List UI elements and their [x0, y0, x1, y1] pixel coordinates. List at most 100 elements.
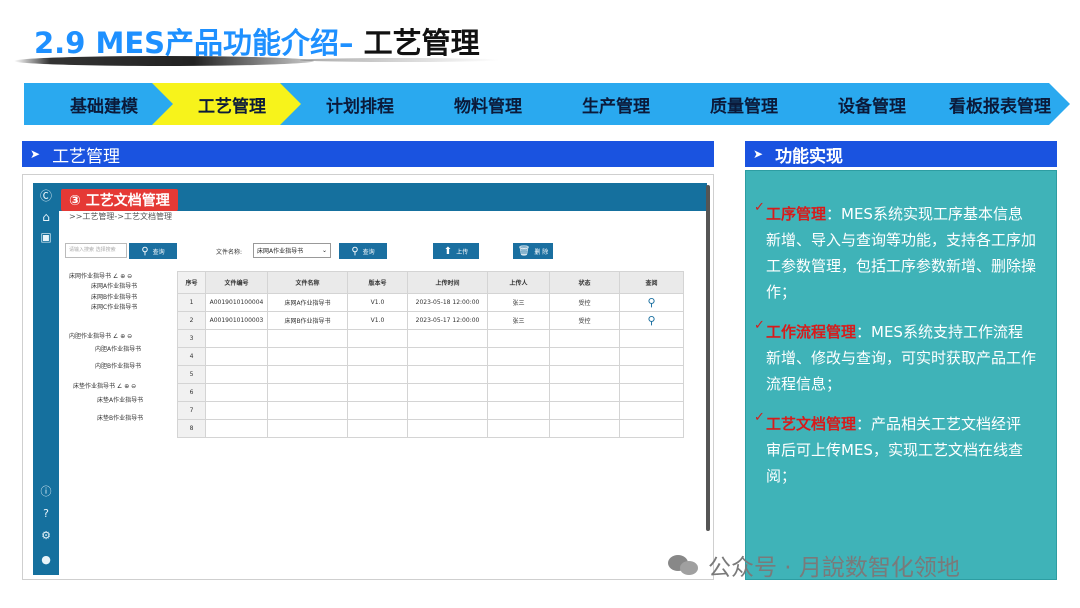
- step-2[interactable]: 工艺管理: [152, 83, 302, 125]
- table-cell: 受控: [549, 311, 620, 330]
- table-cell: [347, 329, 408, 348]
- table-cell: [205, 365, 268, 384]
- left-panel-header: ➤ 工艺管理: [22, 141, 714, 167]
- table-cell: [619, 347, 684, 366]
- search-button[interactable]: ⚲ 查询: [129, 243, 177, 259]
- doc-icon[interactable]: ▣: [38, 229, 54, 245]
- tree-item[interactable]: 床网B作业指导书: [91, 292, 137, 301]
- table-cell: [487, 329, 550, 348]
- table-cell: 8: [177, 419, 206, 438]
- user-avatar-icon[interactable]: ●: [38, 551, 54, 567]
- table-cell: 6: [177, 383, 206, 402]
- slide-title: 2.9 MES产品功能介绍– 工艺管理: [34, 20, 480, 60]
- step-label: 设备管理: [838, 96, 906, 117]
- upload-button-label: 上传: [456, 248, 469, 256]
- feature-item: ✓ 工序管理：MES系统实现工序基本信息新增、导入与查询等功能，支持各工序加工参数…: [754, 200, 1036, 305]
- table-cell: [549, 347, 620, 366]
- tree-item[interactable]: 内胆A作业指导书: [95, 344, 141, 353]
- step-1[interactable]: 基础建模: [24, 83, 174, 125]
- table-cell: 2023-05-18 12:00:00: [407, 293, 488, 312]
- view-cell[interactable]: ⚲: [619, 293, 684, 312]
- tree-item[interactable]: 床网作业指导书 ∠ ⊕ ⊖: [69, 271, 132, 280]
- step-3[interactable]: 计划排程: [280, 83, 430, 125]
- right-panel-title: 功能实现: [775, 146, 844, 167]
- watermark-text: 公众号 · 月說数智化领地: [708, 555, 960, 581]
- step-4[interactable]: 物料管理: [408, 83, 558, 125]
- check-icon: ✓: [754, 410, 765, 425]
- query-button[interactable]: ⚲ 查询: [339, 243, 387, 259]
- wechat-icon: [668, 551, 702, 579]
- step-6[interactable]: 质量管理: [664, 83, 814, 125]
- scrollbar[interactable]: [706, 185, 710, 531]
- column-header: 上传人: [487, 271, 550, 294]
- tree-item[interactable]: 床垫B作业指导书: [97, 413, 143, 422]
- tree-item[interactable]: 床网C作业指导书: [91, 302, 137, 311]
- step-label: 基础建模: [70, 96, 138, 117]
- table-cell: [347, 365, 408, 384]
- table-cell: [347, 383, 408, 402]
- feature-item: ✓ 工作流程管理：MES系统支持工作流程新增、修改与查询，可实时获取产品工作流程信…: [754, 318, 1036, 397]
- step-label: 工艺管理: [198, 96, 266, 117]
- table-cell: A0019010100004: [205, 293, 268, 312]
- table-cell: [407, 329, 488, 348]
- step-8[interactable]: 看板报表管理: [920, 83, 1070, 125]
- chevron-down-icon: ⌄: [321, 247, 327, 254]
- title-number: 2.9 MES产品功能介绍–: [34, 26, 354, 60]
- step-label: 质量管理: [710, 96, 778, 117]
- home-icon[interactable]: ⌂: [38, 209, 54, 225]
- table-row: 1 A0019010100004 床网A作业指导书 V1.0 2023-05-18 12…: [177, 293, 684, 312]
- table-cell: [267, 329, 348, 348]
- table-row: 5: [177, 365, 684, 384]
- trash-icon: 🗑: [517, 245, 531, 257]
- table-cell: [487, 383, 550, 402]
- tree-item[interactable]: 内胆B作业指导书: [95, 361, 141, 370]
- column-header: 文件编号: [205, 271, 268, 294]
- settings-icon[interactable]: ⚙: [38, 527, 54, 543]
- search-button-label: 查询: [152, 248, 165, 256]
- info-icon[interactable]: ⓘ: [38, 483, 54, 499]
- help-icon[interactable]: ?: [38, 505, 54, 521]
- table-cell: [407, 365, 488, 384]
- table-cell: 4: [177, 347, 206, 366]
- table-cell: [267, 419, 348, 438]
- view-cell[interactable]: ⚲: [619, 311, 684, 330]
- tree-item[interactable]: 床垫A作业指导书: [97, 395, 143, 404]
- table-cell: 床网A作业指导书: [267, 293, 348, 312]
- tree-item[interactable]: 床垫作业指导书 ∠ ⊕ ⊖: [73, 381, 136, 390]
- search-icon[interactable]: ⚲: [647, 314, 655, 327]
- step-5[interactable]: 生产管理: [536, 83, 686, 125]
- file-name-select[interactable]: 床网A作业指导书 ⌄: [253, 243, 331, 258]
- table-cell: [487, 365, 550, 384]
- table-row: 2 A0019010100003 床网B作业指导书 V1.0 2023-05-17 12…: [177, 311, 684, 330]
- table-cell: V1.0: [347, 293, 408, 312]
- title-subject: 工艺管理: [363, 26, 480, 60]
- table-cell: [549, 365, 620, 384]
- upload-button[interactable]: ⬆ 上传: [433, 243, 479, 259]
- search-icon[interactable]: ⚲: [647, 296, 655, 309]
- table-cell: [619, 419, 684, 438]
- column-header: 序号: [177, 271, 206, 294]
- search-input[interactable]: 请输入搜索 选择搜索: [65, 243, 127, 258]
- table-cell: [205, 401, 268, 420]
- document-table: 序号 文件编号 文件名称 版本号 上传时间 上传人 状态 查阅 1 A0019010100004…: [177, 271, 684, 438]
- table-cell: [267, 365, 348, 384]
- breadcrumb: >>工艺管理->工艺文档管理: [69, 212, 172, 221]
- tree-item[interactable]: 床网A作业指导书: [91, 281, 137, 290]
- table-cell: [619, 365, 684, 384]
- table-cell: [487, 347, 550, 366]
- file-select-value: 床网A作业指导书: [257, 248, 304, 255]
- check-icon: ✓: [754, 318, 765, 333]
- table-cell: 2: [177, 311, 206, 330]
- feature-name: 工序管理: [766, 205, 827, 223]
- step-label: 生产管理: [582, 96, 650, 117]
- table-cell: [549, 329, 620, 348]
- title-underline-tail: [300, 58, 500, 62]
- table-header-row: 序号 文件编号 文件名称 版本号 上传时间 上传人 状态 查阅: [177, 271, 684, 294]
- triangle-arrow-icon: ➤: [753, 147, 764, 161]
- step-7[interactable]: 设备管理: [792, 83, 942, 125]
- column-header: 上传时间: [407, 271, 488, 294]
- tree-item[interactable]: 内胆作业指导书 ∠ ⊕ ⊖: [69, 331, 132, 340]
- table-cell: [205, 329, 268, 348]
- delete-button[interactable]: 🗑 删 除: [513, 243, 553, 259]
- table-cell: [205, 347, 268, 366]
